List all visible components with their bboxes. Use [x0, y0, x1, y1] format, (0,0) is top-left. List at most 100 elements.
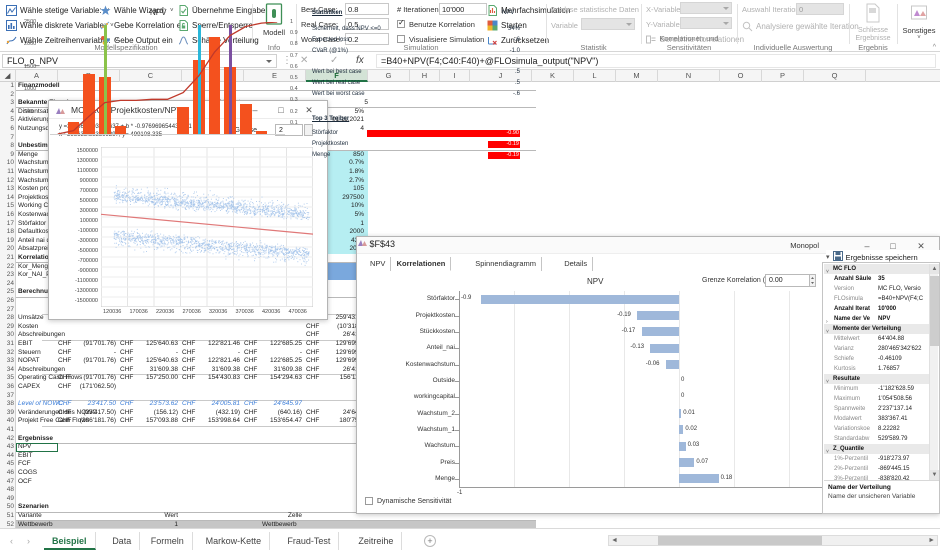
- sheet-tab-fraud-test[interactable]: Fraud-Test: [279, 532, 340, 550]
- properties-row[interactable]: Mittelwert 64'404.88: [824, 334, 932, 344]
- cell-currency-C39[interactable]: CHF: [120, 409, 142, 418]
- row-header-14[interactable]: 14: [0, 194, 16, 203]
- column-header-o[interactable]: O: [720, 70, 762, 82]
- row-header-21[interactable]: 21: [0, 254, 16, 263]
- cancel-formula-icon[interactable]: ✕: [300, 55, 308, 66]
- dynamic-sensitivity-checkbox[interactable]: [365, 497, 373, 505]
- cell-e35[interactable]: 154'294.63: [264, 374, 302, 383]
- cell-c34[interactable]: 31'609.38: [140, 366, 178, 375]
- row-header-31[interactable]: 31: [0, 340, 16, 349]
- cell-currency-F35[interactable]: CHF: [306, 374, 328, 383]
- sheet-tab-formeln[interactable]: Formeln: [143, 532, 193, 550]
- cell-currency-C31[interactable]: CHF: [120, 340, 142, 349]
- row-header-20[interactable]: 20: [0, 245, 16, 254]
- row-header-44[interactable]: 44: [0, 452, 16, 461]
- cell-scenario-name-52[interactable]: Wettbewerb: [18, 521, 128, 528]
- row-header-32[interactable]: 32: [0, 349, 16, 358]
- properties-scrollbar-thumb[interactable]: [930, 276, 939, 346]
- y-variable-select[interactable]: [680, 17, 732, 29]
- row-header-8[interactable]: 8: [0, 142, 16, 151]
- scroll-left-icon[interactable]: ◄: [611, 536, 618, 545]
- cell-d40[interactable]: 153'998.64: [202, 417, 240, 426]
- dynamic-sensitivity-toggle[interactable]: Dynamische Sensitivität: [365, 497, 451, 505]
- cell-currency-F34[interactable]: CHF: [306, 366, 328, 375]
- cell-a46[interactable]: COGS: [18, 469, 138, 478]
- cell-currency-B40[interactable]: CHF: [58, 417, 80, 426]
- properties-row[interactable]: Maximum 1'054'508.56: [824, 394, 932, 404]
- cell-d32[interactable]: -: [202, 349, 240, 358]
- cell-e40[interactable]: 153'654.47: [264, 417, 302, 426]
- correlation-limit-input[interactable]: 0.00: [765, 274, 815, 287]
- cell-currency-E32[interactable]: CHF: [244, 349, 266, 358]
- cell-a30[interactable]: Abschreibungen: [18, 331, 138, 340]
- cell-currency-D35[interactable]: CHF: [182, 374, 204, 383]
- cell-scenario-cell-52[interactable]: Wettbewerb: [262, 521, 324, 528]
- cell-b36[interactable]: (171'062.50): [78, 383, 116, 392]
- save-dropdown-icon[interactable]: ▾: [826, 253, 830, 261]
- correlation-tab-spinnendiagramm[interactable]: Spinnendiagramm: [470, 257, 543, 271]
- row-header-7[interactable]: 7: [0, 134, 16, 143]
- correlation-tab-details[interactable]: Details: [559, 257, 594, 271]
- cell-c33[interactable]: 125'640.63: [140, 357, 178, 366]
- cell-currency-E31[interactable]: CHF: [244, 340, 266, 349]
- properties-section-header[interactable]: ˅ Resultate: [824, 374, 932, 385]
- cell-a47[interactable]: OCF: [18, 478, 138, 487]
- cell-currency-D34[interactable]: CHF: [182, 366, 204, 375]
- row-header-51[interactable]: 51: [0, 512, 16, 521]
- cell-d39[interactable]: (432.19): [202, 409, 240, 418]
- cell-currency-B32[interactable]: CHF: [58, 349, 80, 358]
- cell-currency-B33[interactable]: CHF: [58, 357, 80, 366]
- cell-d34[interactable]: 31'609.38: [202, 366, 240, 375]
- row-header-24[interactable]: 24: [0, 280, 16, 289]
- cell-e51[interactable]: Zelle: [244, 512, 302, 521]
- cell-currency-D40[interactable]: CHF: [182, 417, 204, 426]
- row-header-34[interactable]: 34: [0, 366, 16, 375]
- prev-sheet-button[interactable]: ‹: [10, 536, 13, 546]
- row-header-2[interactable]: 2: [0, 91, 16, 100]
- cell-a42[interactable]: Ergebnisse: [18, 435, 138, 444]
- cell-currency-F40[interactable]: CHF: [306, 417, 328, 426]
- properties-row[interactable]: Varianz 280'465'342'622: [824, 344, 932, 354]
- sheet-tab-beispiel[interactable]: Beispiel: [44, 532, 96, 550]
- row-header-33[interactable]: 33: [0, 357, 16, 366]
- row-header-43[interactable]: 43: [0, 443, 16, 452]
- row-header-4[interactable]: 4: [0, 108, 16, 117]
- cell-c39[interactable]: (156.12): [140, 409, 178, 418]
- row-header-48[interactable]: 48: [0, 486, 16, 495]
- cell-c38[interactable]: 23'573.62: [140, 400, 178, 409]
- cell-currency-E34[interactable]: CHF: [244, 366, 266, 375]
- ribbon-collapse-icon[interactable]: ^: [933, 44, 936, 51]
- properties-scrollbar[interactable]: ▲ ▼: [929, 264, 939, 480]
- row-header-15[interactable]: 15: [0, 202, 16, 211]
- cell-currency-E39[interactable]: CHF: [244, 409, 266, 418]
- next-sheet-button[interactable]: ›: [27, 536, 30, 546]
- row-header-27[interactable]: 27: [0, 306, 16, 315]
- cell-currency-F30[interactable]: CHF: [306, 331, 328, 340]
- analyse-stat-data-button[interactable]: Analyse statistische Daten: [551, 5, 639, 14]
- cell-e31[interactable]: 122'685.25: [264, 340, 302, 349]
- row-header-46[interactable]: 46: [0, 469, 16, 478]
- cell-a45[interactable]: FCF: [18, 460, 138, 469]
- row-header-11[interactable]: 11: [0, 168, 16, 177]
- add-sheet-button[interactable]: +: [424, 535, 436, 547]
- cell-currency-D38[interactable]: CHF: [182, 400, 204, 409]
- cell-b38[interactable]: 23'417.50: [78, 400, 116, 409]
- properties-row[interactable]: Schiefe -0.46109: [824, 354, 932, 364]
- row-header-35[interactable]: 35: [0, 374, 16, 383]
- correlation-tab-npv[interactable]: NPV: [365, 257, 392, 271]
- correlation-limit-spinner[interactable]: [809, 274, 816, 287]
- cell-b31[interactable]: (91'701.76): [78, 340, 116, 349]
- cell-c40[interactable]: 157'093.88: [140, 417, 178, 426]
- sheet-tab-zeitreihe[interactable]: Zeitreihe: [350, 532, 403, 550]
- sheet-tab-data[interactable]: Data: [104, 532, 141, 550]
- properties-section-header[interactable]: ˅ MC FLO: [824, 264, 932, 275]
- cell-currency-D32[interactable]: CHF: [182, 349, 204, 358]
- cell-b33[interactable]: (91'701.76): [78, 357, 116, 366]
- cell-b32[interactable]: -: [78, 349, 116, 358]
- correlation-tab-korrelationen[interactable]: Korrelationen: [391, 257, 452, 271]
- cell-currency-C35[interactable]: CHF: [120, 374, 142, 383]
- cell-a50[interactable]: Szenarien: [18, 503, 138, 512]
- close-results-button[interactable]: Schliesse Ergebnisse: [853, 1, 893, 47]
- properties-row[interactable]: Anzahl Säule 35: [824, 274, 932, 284]
- properties-row[interactable]: Anzahl Iterat 10'000: [824, 304, 932, 314]
